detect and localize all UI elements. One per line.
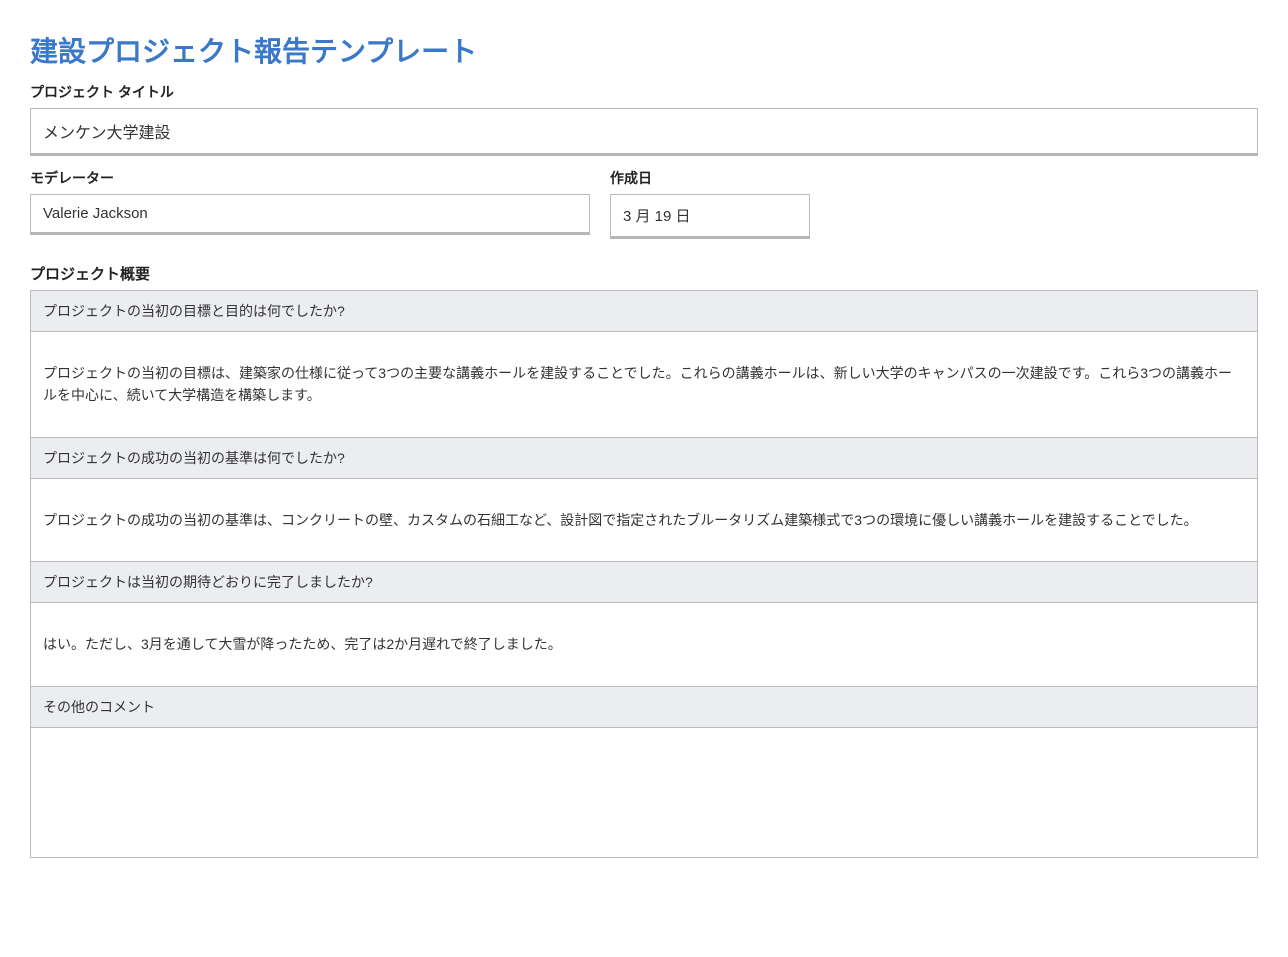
moderator-value: Valerie Jackson bbox=[30, 194, 590, 235]
overview-table: プロジェクトの当初の目標と目的は何でしたか? プロジェクトの当初の目標は、建築家… bbox=[30, 290, 1258, 858]
question-1: プロジェクトの当初の目標と目的は何でしたか? bbox=[31, 291, 1258, 332]
project-title-value: メンケン大学建設 bbox=[30, 108, 1258, 156]
creation-date-value: 3 月 19 日 bbox=[610, 194, 810, 239]
overview-section-title: プロジェクト概要 bbox=[30, 263, 1258, 284]
question-4: その他のコメント bbox=[31, 686, 1258, 727]
answer-4 bbox=[31, 727, 1258, 857]
answer-2: プロジェクトの成功の当初の基準は、コンクリートの壁、カスタムの石細工など、設計図… bbox=[31, 478, 1258, 561]
project-title-label: プロジェクト タイトル bbox=[30, 82, 1258, 102]
moderator-date-row: モデレーター Valerie Jackson 作成日 3 月 19 日 bbox=[30, 168, 1258, 239]
answer-3: はい。ただし、3月を通して大雪が降ったため、完了は2か月遅れで終了しました。 bbox=[31, 603, 1258, 686]
moderator-label: モデレーター bbox=[30, 168, 590, 188]
question-3: プロジェクトは当初の期待どおりに完了しましたか? bbox=[31, 562, 1258, 603]
question-2: プロジェクトの成功の当初の基準は何でしたか? bbox=[31, 437, 1258, 478]
page-title: 建設プロジェクト報告テンプレート bbox=[30, 30, 1258, 70]
answer-1: プロジェクトの当初の目標は、建築家の仕様に従って3つの主要な講義ホールを建設する… bbox=[31, 332, 1258, 438]
creation-date-label: 作成日 bbox=[610, 168, 810, 188]
